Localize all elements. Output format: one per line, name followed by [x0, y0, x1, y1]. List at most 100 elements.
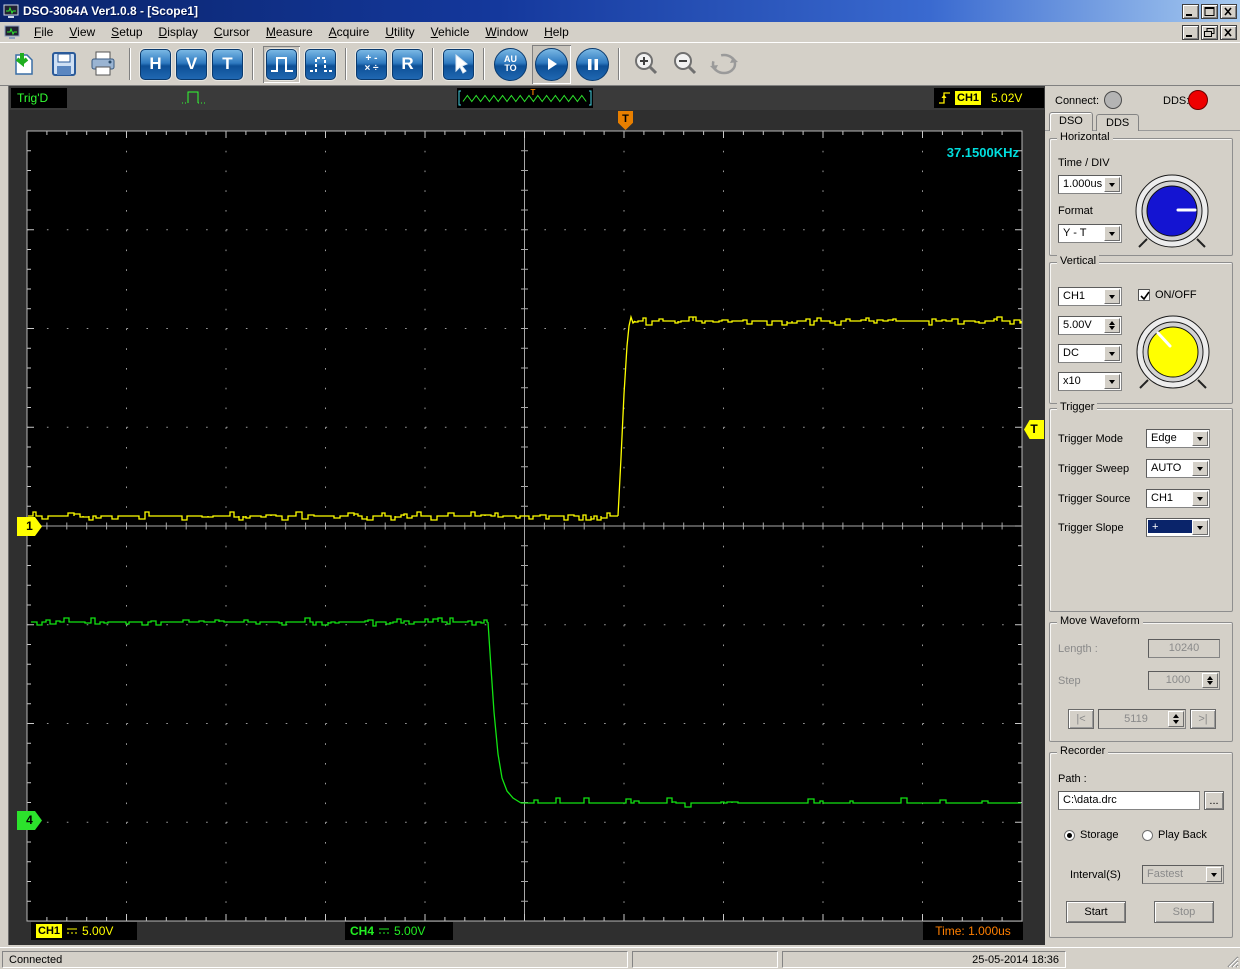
- menu-help[interactable]: Help: [536, 23, 577, 41]
- scope-screen: Trig'D T CH1 5.02V 37.1500KHz T 1 4 T CH…: [8, 86, 1045, 945]
- ch1-scale-readout: CH1 5.00V: [31, 922, 137, 940]
- tab-dso[interactable]: DSO: [1049, 112, 1093, 131]
- save-button[interactable]: [47, 47, 81, 81]
- step-stepper: 1000: [1148, 671, 1220, 690]
- connect-indicator: [1104, 91, 1122, 109]
- record-stop-button[interactable]: Stop: [1154, 901, 1214, 923]
- horizontal-position-knob[interactable]: [1130, 169, 1214, 253]
- cursor-measure-button[interactable]: [443, 48, 474, 80]
- channel-select[interactable]: CH1: [1058, 287, 1122, 306]
- zoom-out-button[interactable]: [668, 47, 702, 81]
- window-title: DSO-3064A Ver1.0.8 - [Scope1]: [23, 4, 198, 18]
- toolbar-separator: [345, 48, 347, 80]
- vertical-group: Vertical CH1 5.00V DC x10 ON/OFF: [1049, 255, 1233, 404]
- menu-cursor[interactable]: Cursor: [206, 23, 258, 41]
- trigger-source-select[interactable]: CH1: [1146, 489, 1210, 508]
- ch4-label: CH4: [350, 924, 375, 938]
- datetime-status: 25-05-2014 18:36: [782, 951, 1066, 968]
- menu-acquire[interactable]: Acquire: [321, 23, 378, 41]
- menu-view[interactable]: View: [61, 23, 103, 41]
- spinner-arrows: [1104, 318, 1120, 333]
- menu-utility[interactable]: Utility: [377, 23, 422, 41]
- pause-button[interactable]: [576, 47, 609, 81]
- control-panel: Connect: DDS: DSO DDS Horizontal Time / …: [1045, 86, 1240, 947]
- title-bar: DSO-3064A Ver1.0.8 - [Scope1]: [0, 0, 1240, 22]
- go-last-button[interactable]: >|: [1190, 709, 1216, 729]
- status-bar: Connected 25-05-2014 18:36: [0, 947, 1240, 969]
- horizontal-group: Horizontal Time / DIV 1.000us Format Y -…: [1049, 131, 1233, 256]
- format-select[interactable]: Y - T: [1058, 224, 1122, 243]
- sync-refresh-button[interactable]: [707, 47, 741, 81]
- move-waveform-group: Move Waveform Length : 10240 Step 1000 |…: [1049, 615, 1233, 742]
- menu-window[interactable]: Window: [477, 23, 536, 41]
- frequency-readout: 37.1500KHz: [946, 145, 1019, 160]
- document-icon[interactable]: [4, 25, 20, 40]
- position-stepper: 5119: [1098, 709, 1186, 729]
- pulse-waveform-button[interactable]: [263, 45, 300, 83]
- app-icon: [3, 4, 19, 18]
- volts-div-stepper[interactable]: 5.00V: [1058, 316, 1122, 335]
- recorder-group: Recorder Path : C:\data.drc ... Storage …: [1049, 745, 1233, 938]
- spinner-arrows: [1168, 711, 1184, 727]
- path-input[interactable]: C:\data.drc: [1058, 791, 1200, 810]
- application-window: DSO-3064A Ver1.0.8 - [Scope1] File View …: [0, 0, 1240, 969]
- menu-file[interactable]: File: [26, 23, 61, 41]
- menu-display[interactable]: Display: [151, 23, 206, 41]
- trigger-sweep-select[interactable]: AUTO: [1146, 459, 1210, 478]
- autoset-button[interactable]: AU TO: [494, 47, 527, 81]
- reference-button[interactable]: R: [392, 48, 423, 80]
- zoom-in-button[interactable]: [629, 47, 663, 81]
- tab-dds[interactable]: DDS: [1096, 114, 1140, 131]
- vertical-panel-button[interactable]: V: [176, 48, 207, 80]
- channel-onoff-checkbox[interactable]: ON/OFF: [1138, 289, 1197, 301]
- probe-select[interactable]: x10: [1058, 372, 1122, 391]
- path-label: Path :: [1058, 773, 1087, 785]
- run-button[interactable]: [532, 44, 571, 84]
- chevron-down-icon: [1104, 374, 1120, 389]
- child-restore-button[interactable]: [1201, 24, 1218, 40]
- connection-status: Connected: [2, 951, 628, 968]
- menu-measure[interactable]: Measure: [258, 23, 321, 41]
- chevron-down-icon: [1104, 289, 1120, 304]
- chevron-down-icon: [1192, 431, 1208, 446]
- open-file-button[interactable]: [8, 47, 42, 81]
- storage-radio[interactable]: Storage: [1064, 829, 1119, 841]
- child-minimize-button[interactable]: [1182, 24, 1199, 40]
- resize-grip-icon[interactable]: [1225, 954, 1239, 968]
- radio-dot: [1142, 829, 1153, 841]
- child-close-button[interactable]: [1220, 24, 1237, 40]
- horizontal-panel-button[interactable]: H: [140, 48, 171, 80]
- menu-setup[interactable]: Setup: [103, 23, 150, 41]
- close-button[interactable]: [1220, 3, 1237, 19]
- minimize-button[interactable]: [1182, 3, 1199, 19]
- record-start-button[interactable]: Start: [1066, 901, 1126, 923]
- toolbar-separator: [252, 48, 254, 80]
- oscilloscope-graticule: [26, 130, 1023, 922]
- chevron-down-icon: [1192, 520, 1208, 535]
- vertical-position-knob[interactable]: [1131, 310, 1215, 394]
- time-div-select[interactable]: 1.000us: [1058, 175, 1122, 194]
- chevron-down-icon: [1192, 491, 1208, 506]
- dds-label: DDS:: [1163, 95, 1190, 107]
- trigger-mode-select[interactable]: Edge: [1146, 429, 1210, 448]
- print-button[interactable]: [86, 47, 120, 81]
- trigger-panel-button[interactable]: T: [212, 48, 243, 80]
- interval-label: Interval(S): [1070, 869, 1121, 881]
- timebase-readout: Time: 1.000us: [923, 922, 1023, 940]
- browse-button[interactable]: ...: [1204, 791, 1224, 810]
- interval-select: Fastest: [1142, 865, 1224, 884]
- coupling-select[interactable]: DC: [1058, 344, 1122, 363]
- trigger-slope-select[interactable]: +: [1146, 518, 1210, 537]
- go-first-button[interactable]: |<: [1068, 709, 1094, 729]
- trigger-source-label: Trigger Source: [1058, 493, 1131, 505]
- pulse-train-button[interactable]: [305, 48, 336, 80]
- playback-radio[interactable]: Play Back: [1142, 829, 1207, 841]
- trigger-mode-label: Trigger Mode: [1058, 433, 1124, 445]
- length-label: Length :: [1058, 643, 1098, 655]
- connect-label: Connect:: [1055, 95, 1100, 107]
- chevron-down-icon: [1206, 867, 1222, 882]
- toolbar-separator: [432, 48, 434, 80]
- menu-vehicle[interactable]: Vehicle: [423, 23, 478, 41]
- maximize-button[interactable]: [1201, 3, 1218, 19]
- math-button[interactable]: + - × ÷: [356, 48, 387, 80]
